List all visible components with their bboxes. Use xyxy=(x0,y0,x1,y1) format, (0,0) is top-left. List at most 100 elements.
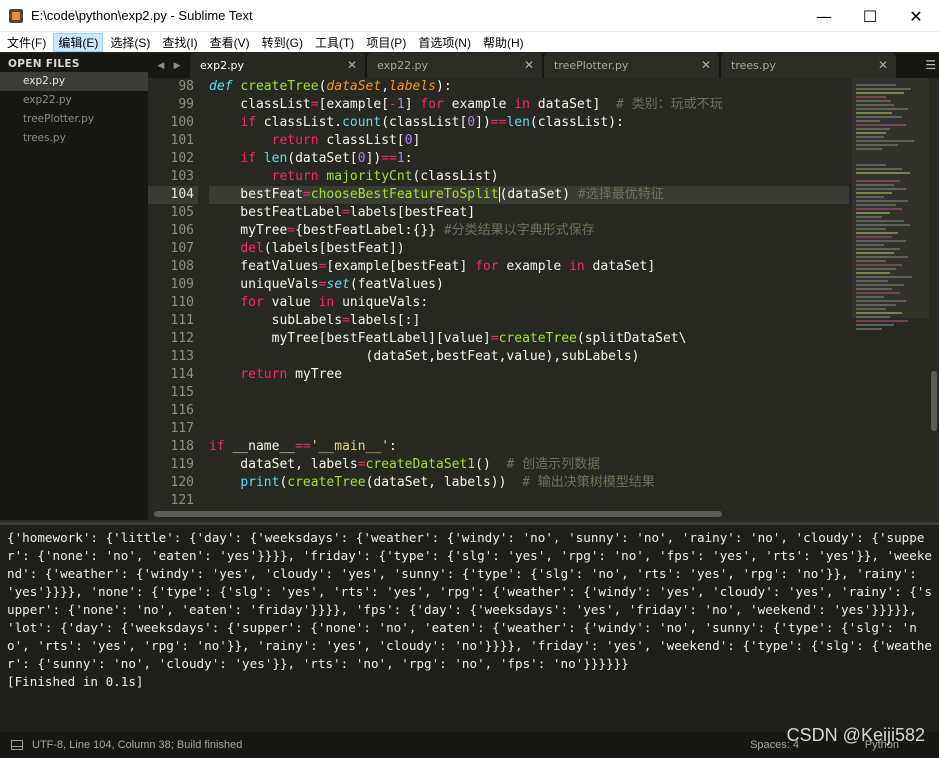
code-line[interactable]: return myTree xyxy=(209,366,849,384)
code-line[interactable]: return majorityCnt(classList) xyxy=(209,168,849,186)
menu-project[interactable]: 项目(P) xyxy=(361,33,411,52)
line-number: 102 xyxy=(170,151,194,166)
code-token: # 类别：玩或不玩 xyxy=(616,97,723,112)
code-line[interactable]: if len(dataSet[0])==1: xyxy=(209,150,849,168)
code-line[interactable]: del(labels[bestFeat]) xyxy=(209,240,849,258)
maximize-button[interactable]: ☐ xyxy=(847,0,893,32)
code-token: print xyxy=(240,475,280,490)
code-token: (splitDataSet\ xyxy=(576,331,687,346)
line-number: 103 xyxy=(170,169,194,184)
minimap-line xyxy=(856,264,902,266)
close-button[interactable]: ✕ xyxy=(893,0,939,32)
code-line[interactable]: myTree={bestFeatLabel:{}} #分类结果以字典形式保存 xyxy=(209,222,849,240)
code-line[interactable] xyxy=(209,420,849,438)
menu-selection[interactable]: 选择(S) xyxy=(105,33,155,52)
build-finished-text: [Finished in 0.1s] xyxy=(7,674,144,689)
code-area[interactable]: def createTree(dataSet,labels): classLis… xyxy=(209,78,849,508)
code-line[interactable] xyxy=(209,402,849,420)
sidebar-file-treeplotter[interactable]: treePlotter.py xyxy=(0,110,148,129)
line-number: 114 xyxy=(170,367,194,382)
line-number: 121 xyxy=(170,493,194,508)
minimap-line xyxy=(856,216,882,218)
vertical-scrollbar[interactable] xyxy=(929,78,939,508)
line-number-gutter: 98 99 100 101 102 103 104 105 106 107 10… xyxy=(148,78,198,508)
sidebar-file-trees[interactable]: trees.py xyxy=(0,129,148,148)
code-token: (dataSet, labels)) xyxy=(365,475,523,490)
line-number: 113 xyxy=(170,349,194,364)
code-line[interactable]: print(createTree(dataSet, labels)) # 输出决… xyxy=(209,474,849,492)
minimap-line xyxy=(856,268,896,270)
line-number: 115 xyxy=(170,385,194,400)
code-line[interactable]: if __name__=='__main__': xyxy=(209,438,849,456)
minimap-line xyxy=(856,236,892,238)
code-token: : xyxy=(404,151,413,166)
close-tab-icon[interactable]: ✕ xyxy=(878,58,888,72)
close-tab-icon[interactable]: ✕ xyxy=(701,58,711,72)
menu-goto[interactable]: 转到(G) xyxy=(257,33,308,52)
tab-exp22[interactable]: exp22.py ✕ xyxy=(367,53,542,78)
code-line[interactable]: myTree[bestFeatLabel][value]=createTree(… xyxy=(209,330,849,348)
menu-file[interactable]: 文件(F) xyxy=(2,33,51,52)
code-token: () xyxy=(475,457,507,472)
tab-exp2[interactable]: exp2.py ✕ xyxy=(190,53,365,78)
minimap[interactable] xyxy=(852,78,929,508)
close-tab-icon[interactable]: ✕ xyxy=(524,58,534,72)
sidebar-file-exp2[interactable]: exp2.py xyxy=(0,72,148,91)
minimap-line xyxy=(856,112,892,114)
minimap-line xyxy=(856,252,894,254)
code-line[interactable]: uniqueVals=set(featValues) xyxy=(209,276,849,294)
horizontal-scrollbar[interactable] xyxy=(148,508,929,520)
code-token: (classList): xyxy=(529,115,624,130)
code-token: if xyxy=(240,151,256,166)
menu-help[interactable]: 帮助(H) xyxy=(478,33,529,52)
code-line[interactable]: classList=[example[-1] for example in da… xyxy=(209,96,849,114)
code-token: in xyxy=(569,259,585,274)
panel-toggle-icon[interactable] xyxy=(11,740,23,750)
code-line[interactable]: (dataSet,bestFeat,value),subLabels) xyxy=(209,348,849,366)
close-tab-icon[interactable]: ✕ xyxy=(347,58,357,72)
vertical-scroll-thumb[interactable] xyxy=(931,371,937,431)
horizontal-scroll-thumb[interactable] xyxy=(154,511,722,517)
code-token: createTree xyxy=(498,331,577,346)
menu-preferences[interactable]: 首选项(N) xyxy=(413,33,476,52)
code-token: ): xyxy=(436,79,452,94)
build-output-panel[interactable]: {'homework': {'little': {'day': {'weeksd… xyxy=(0,522,939,732)
minimap-line xyxy=(856,124,906,126)
code-line[interactable]: bestFeatLabel=labels[bestFeat] xyxy=(209,204,849,222)
minimap-viewport[interactable] xyxy=(852,78,929,318)
code-line-current[interactable]: bestFeat=chooseBestFeatureToSplit(dataSe… xyxy=(209,186,849,204)
code-token: = xyxy=(342,205,350,220)
code-token: : xyxy=(389,439,397,454)
code-token: in xyxy=(514,97,530,112)
code-line[interactable] xyxy=(209,384,849,402)
tab-prev-icon[interactable]: ◀ xyxy=(157,61,164,71)
code-line[interactable]: dataSet, labels=createDataSet1() # 创造示列数… xyxy=(209,456,849,474)
minimap-line xyxy=(856,172,910,174)
tab-trees[interactable]: trees.py ✕ xyxy=(721,53,896,78)
sidebar-file-exp22[interactable]: exp22.py xyxy=(0,91,148,110)
tab-next-icon[interactable]: ▶ xyxy=(174,61,181,71)
line-number: 99 xyxy=(178,97,194,112)
code-line[interactable]: def createTree(dataSet,labels): xyxy=(209,78,849,96)
minimize-button[interactable]: — xyxy=(801,0,847,32)
code-token: createTree xyxy=(240,79,319,94)
menu-view[interactable]: 查看(V) xyxy=(205,33,255,52)
code-line[interactable]: return classList[0] xyxy=(209,132,849,150)
minimap-line xyxy=(856,280,888,282)
code-editor[interactable]: 98 99 100 101 102 103 104 105 106 107 10… xyxy=(148,78,852,508)
code-token: (classList[ xyxy=(381,115,468,130)
code-line[interactable] xyxy=(209,492,849,508)
tab-treeplotter[interactable]: treePlotter.py ✕ xyxy=(544,53,719,78)
minimap-line xyxy=(856,272,890,274)
code-line[interactable]: for value in uniqueVals: xyxy=(209,294,849,312)
code-line[interactable]: featValues=[example[bestFeat] for exampl… xyxy=(209,258,849,276)
code-line[interactable]: subLabels=labels[:] xyxy=(209,312,849,330)
tab-menu-icon[interactable]: ☰ xyxy=(925,58,936,72)
menu-edit[interactable]: 编辑(E) xyxy=(53,32,104,52)
menu-find[interactable]: 查找(I) xyxy=(157,33,202,52)
menu-tools[interactable]: 工具(T) xyxy=(310,33,359,52)
code-line[interactable]: if classList.count(classList[0])==len(cl… xyxy=(209,114,849,132)
line-number: 120 xyxy=(170,475,194,490)
